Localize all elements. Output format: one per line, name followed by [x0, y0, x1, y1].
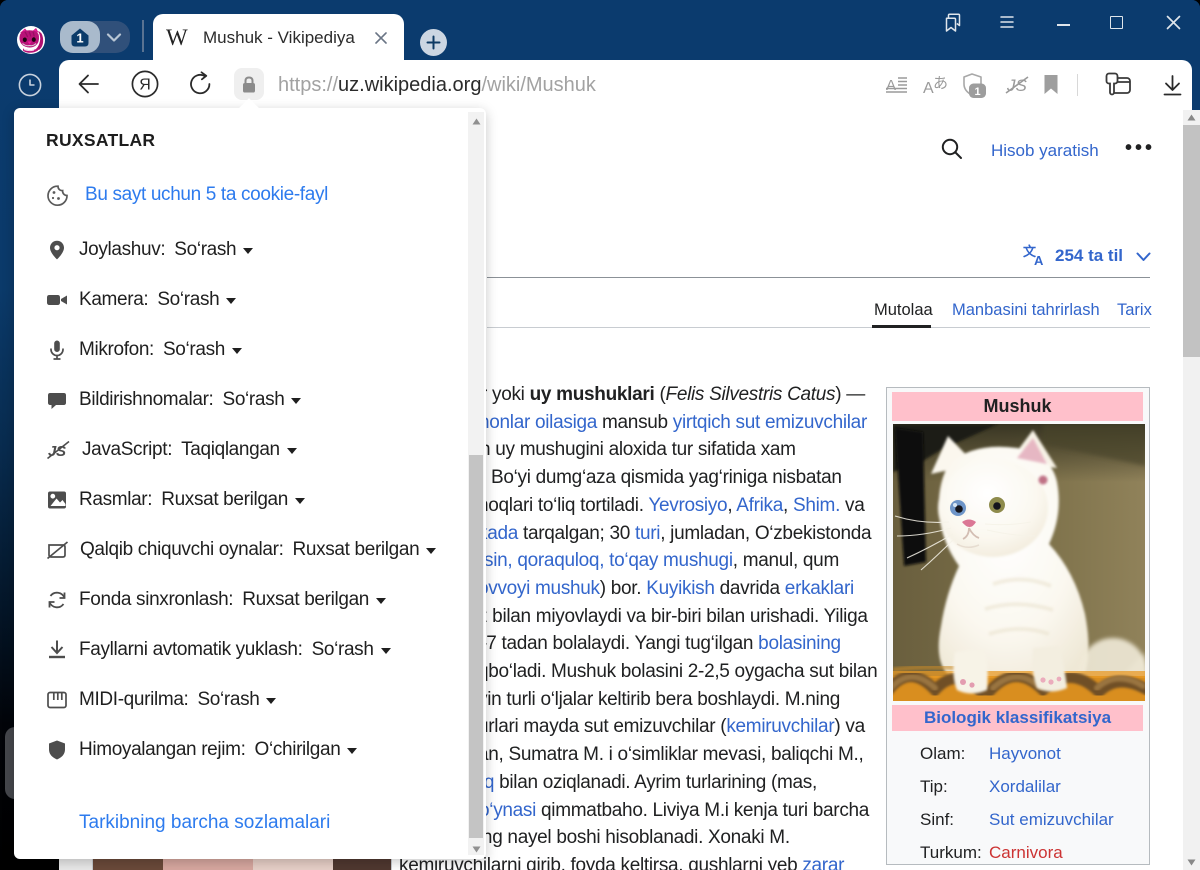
svg-text:A: A — [1034, 253, 1044, 266]
svg-text:あ: あ — [933, 75, 947, 92]
svg-text:1: 1 — [974, 86, 980, 98]
svg-text:1: 1 — [76, 31, 83, 46]
svg-text:Я: Я — [139, 77, 151, 94]
